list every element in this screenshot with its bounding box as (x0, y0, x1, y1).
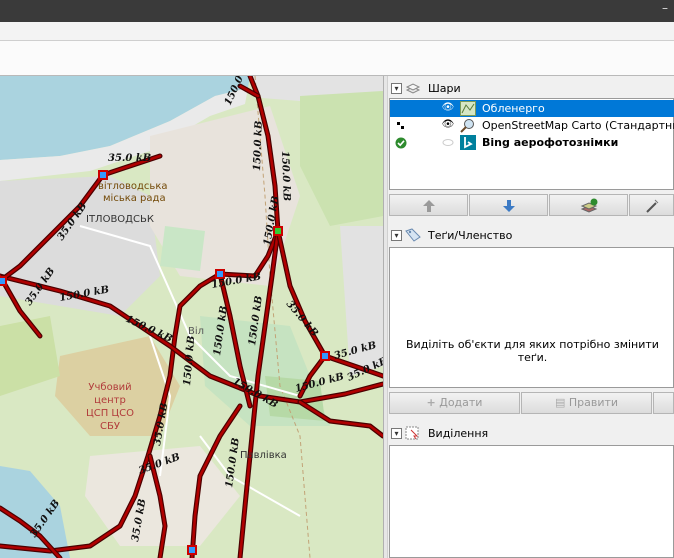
eye-hidden-icon[interactable] (441, 136, 455, 149)
wand-icon (645, 199, 658, 213)
checkmark-icon (395, 137, 407, 149)
map-label-city: ІТЛОВОДСЬК (86, 214, 154, 225)
layer-data-icon (460, 101, 476, 116)
layers-icon (405, 83, 421, 94)
selection-icon (405, 426, 419, 440)
selection-panel-title: Виділення (428, 427, 489, 440)
substation-node[interactable] (215, 269, 225, 279)
map-label-village: Павлівка (240, 449, 287, 461)
layers-panel-header[interactable]: ▾ Шари (388, 78, 674, 100)
layer-name: Bing аерофотознімки (482, 136, 619, 149)
active-layer-icon (397, 122, 404, 129)
activate-layer-button[interactable] (549, 194, 628, 216)
layer-settings-button[interactable] (629, 194, 674, 216)
map-canvas[interactable]: 35.0 kВ 35.0 kВ 35.0 kВ 150.0 kВ 150.0 k… (0, 76, 383, 558)
line-label: 35.0 kВ (108, 153, 151, 164)
edit-tag-button[interactable]: ▤ Правити (521, 392, 652, 414)
move-down-button[interactable] (469, 194, 548, 216)
arrow-up-icon (422, 200, 435, 212)
tag-icon (405, 228, 421, 242)
side-panels: ▾ Шари 👁 Обленерго 👁 OpenStreetMap Carto… (388, 76, 674, 558)
selection-list[interactable] (389, 445, 674, 558)
layer-row-osm[interactable]: 👁 OpenStreetMap Carto (Стандартний) (390, 117, 674, 134)
line-label: 150.0 kВ (252, 121, 265, 172)
activate-layers-icon (580, 198, 597, 213)
layer-row-oblenergo[interactable]: 👁 Обленерго (390, 100, 674, 117)
delete-tag-button[interactable] (653, 392, 674, 414)
map-label-center-3: ЦСП ЦСО (86, 408, 134, 419)
add-tag-button[interactable]: + Додати (389, 392, 520, 414)
plus-icon: + (426, 396, 436, 409)
map-label-center-2: центр (94, 395, 126, 406)
edit-tag-label: Правити (568, 396, 619, 409)
layers-panel-title: Шари (428, 82, 461, 95)
substation-node[interactable] (320, 351, 330, 361)
layer-row-bing[interactable]: Bing аерофотознімки (390, 134, 674, 151)
collapse-toggle-icon[interactable]: ▾ (391, 83, 402, 94)
add-tag-label: Додати (439, 396, 483, 409)
eye-icon[interactable]: 👁 (441, 102, 455, 115)
edit-toolbar (0, 41, 674, 76)
window-titlebar: – (0, 0, 674, 22)
map-label-vil: Віл (188, 325, 204, 337)
tags-area[interactable]: Виділіть об'єкти для яких потрібно зміни… (389, 247, 674, 388)
substation-node[interactable] (0, 276, 7, 286)
map-label-council-2: міська рада (103, 192, 166, 204)
substation-node[interactable] (98, 170, 108, 180)
selection-panel-header[interactable]: ▾ Виділення (388, 423, 674, 445)
map-label-center-4: СБУ (100, 421, 120, 432)
layer-name: Обленерго (482, 102, 545, 115)
arrow-down-icon (502, 200, 515, 212)
collapse-toggle-icon[interactable]: ▾ (391, 428, 402, 439)
move-up-button[interactable] (389, 194, 468, 216)
tags-buttons: + Додати ▤ Правити (389, 392, 674, 416)
osm-imagery-icon (460, 119, 474, 133)
map-label-center-1: Учбовий (88, 382, 131, 393)
map-view[interactable]: 35.0 kВ 35.0 kВ 35.0 kВ 150.0 kВ 150.0 k… (0, 76, 383, 558)
collapse-toggle-icon[interactable]: ▾ (391, 230, 402, 241)
substation-node[interactable] (187, 545, 197, 555)
layer-name: OpenStreetMap Carto (Стандартний) (482, 119, 674, 132)
edit-document-icon: ▤ (554, 396, 566, 409)
layer-list[interactable]: 👁 Обленерго 👁 OpenStreetMap Carto (Станд… (389, 98, 674, 190)
tags-panel-header[interactable]: ▾ Теґи/Членство (388, 225, 674, 247)
layer-buttons (389, 194, 674, 218)
tags-empty-message: Виділіть об'єкти для яких потрібно зміни… (406, 338, 659, 364)
bing-icon (460, 135, 476, 150)
eye-icon[interactable]: 👁 (441, 119, 455, 132)
line-label: 150.0 kВ (279, 151, 292, 202)
menu-toolbar (0, 22, 674, 41)
minimize-button[interactable]: – (662, 1, 668, 15)
map-label-council: вітловодська (98, 180, 168, 192)
tags-panel-title: Теґи/Членство (428, 229, 513, 242)
